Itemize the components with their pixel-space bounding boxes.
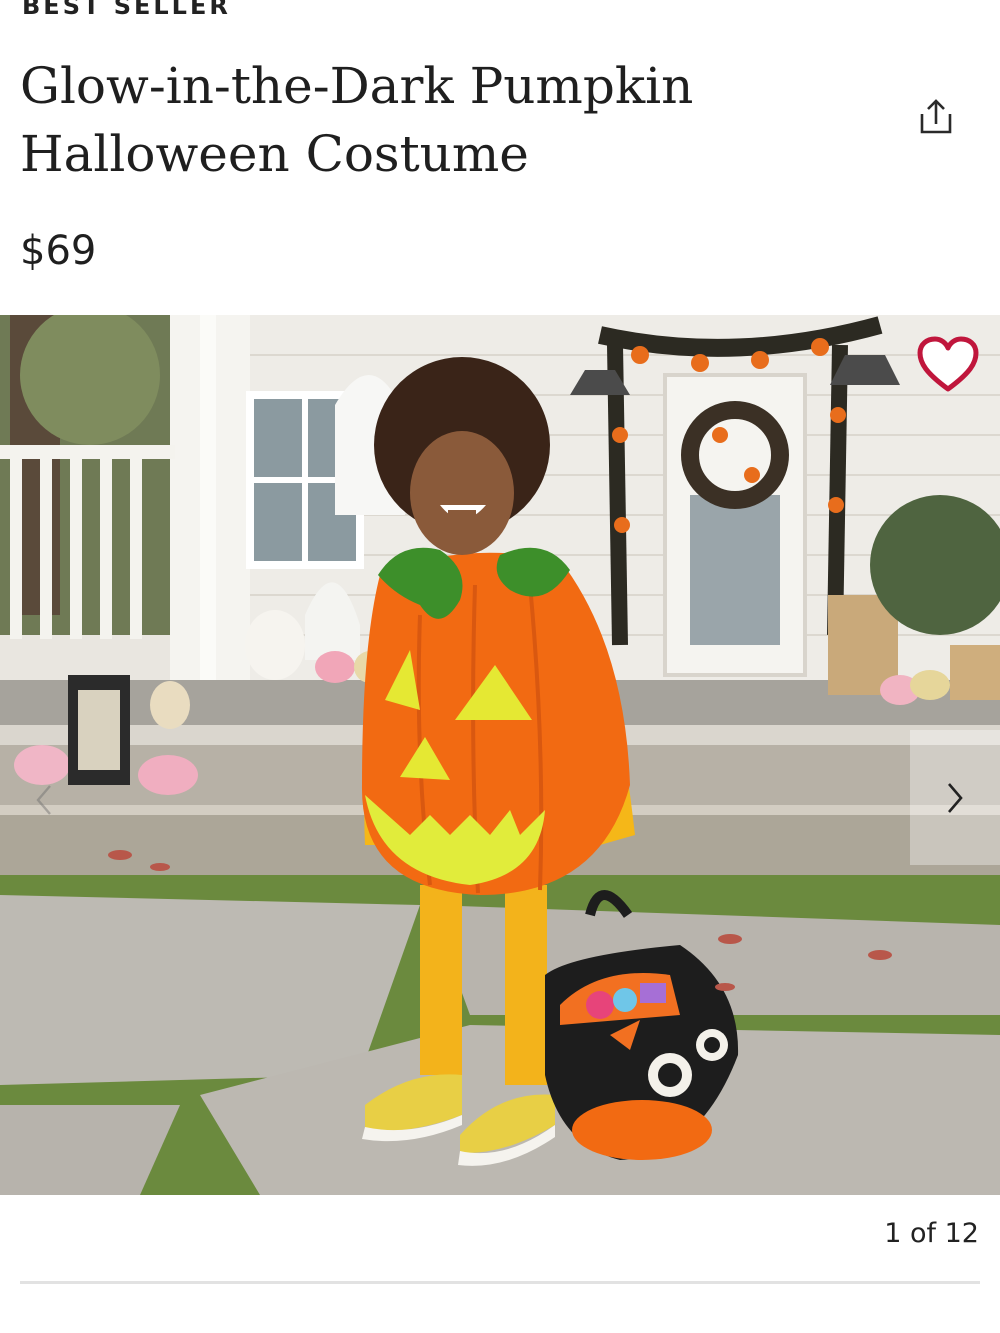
best-seller-badge: BEST SELLER bbox=[22, 0, 231, 20]
product-photo[interactable] bbox=[0, 315, 1000, 1195]
chevron-right-icon bbox=[948, 782, 963, 813]
section-divider bbox=[20, 1281, 980, 1284]
chevron-left-icon bbox=[36, 785, 51, 815]
next-image-button[interactable] bbox=[910, 730, 1000, 865]
share-button[interactable] bbox=[908, 90, 964, 146]
product-image-carousel[interactable] bbox=[0, 315, 1000, 1195]
product-title: Glow-in-the-Dark Pumpkin Halloween Costu… bbox=[20, 57, 694, 183]
heart-icon bbox=[917, 336, 979, 392]
product-price: $69 bbox=[20, 228, 97, 274]
share-icon bbox=[920, 99, 952, 134]
favorite-button[interactable] bbox=[916, 335, 980, 395]
image-counter: 1 of 12 bbox=[884, 1218, 979, 1249]
previous-image-button[interactable] bbox=[0, 735, 90, 865]
